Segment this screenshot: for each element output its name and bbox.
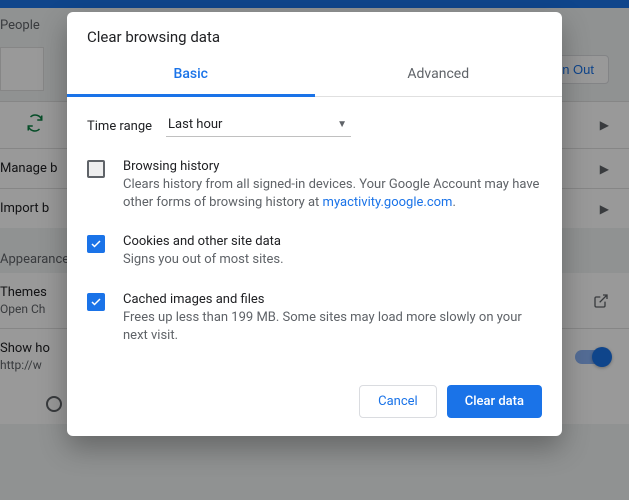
dialog-title: Clear browsing data [67, 12, 562, 54]
checkmark-icon [90, 238, 102, 250]
clear-browsing-data-dialog: Clear browsing data Basic Advanced Time … [67, 12, 562, 436]
browsing-history-description: Clears history from all signed-in device… [123, 176, 542, 212]
checkmark-icon [90, 296, 102, 308]
cookies-checkbox[interactable] [87, 235, 105, 253]
time-range-select[interactable]: Last hour ▼ [166, 115, 351, 137]
tab-basic[interactable]: Basic [67, 54, 315, 97]
browsing-history-title: Browsing history [123, 159, 542, 174]
time-range-label: Time range [87, 119, 152, 134]
time-range-value: Last hour [168, 117, 222, 132]
option-cache: Cached images and files Frees up less th… [87, 292, 542, 345]
cache-checkbox[interactable] [87, 293, 105, 311]
option-browsing-history: Browsing history Clears history from all… [87, 159, 542, 212]
dialog-tabs: Basic Advanced [67, 54, 562, 97]
dropdown-caret-icon: ▼ [337, 119, 347, 130]
myactivity-link[interactable]: myactivity.google.com [323, 195, 453, 210]
cookies-description: Signs you out of most sites. [123, 251, 542, 269]
cancel-button[interactable]: Cancel [359, 385, 437, 418]
browsing-history-checkbox[interactable] [87, 160, 105, 178]
modal-overlay: Clear browsing data Basic Advanced Time … [0, 0, 629, 500]
cookies-title: Cookies and other site data [123, 234, 542, 249]
tab-advanced[interactable]: Advanced [315, 54, 563, 96]
clear-data-button[interactable]: Clear data [447, 385, 542, 418]
option-cookies: Cookies and other site data Signs you ou… [87, 234, 542, 269]
cache-title: Cached images and files [123, 292, 542, 307]
cache-description: Frees up less than 199 MB. Some sites ma… [123, 309, 542, 345]
